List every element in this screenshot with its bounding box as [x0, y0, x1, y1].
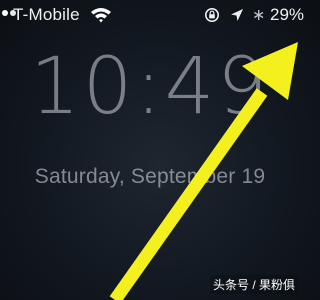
watermark: 头条号 / 果粉俱 — [209, 275, 298, 294]
pointer-arrow-icon — [109, 42, 298, 300]
